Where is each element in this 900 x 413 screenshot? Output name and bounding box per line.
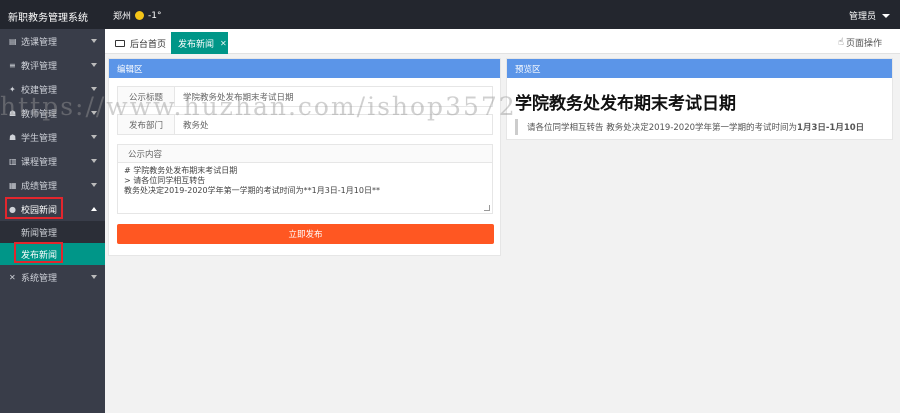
settings-icon: ✕ xyxy=(9,272,16,282)
department-input[interactable]: 教务处 xyxy=(175,119,209,131)
tab-label: 发布新闻 xyxy=(178,39,215,50)
sidebar-item-label: 学生管理 xyxy=(21,133,58,144)
list-icon: ≡ xyxy=(9,60,16,70)
tab-label: 后台首页 xyxy=(130,39,167,50)
sidebar-item-label: 系统管理 xyxy=(21,273,58,284)
document-icon: ▤ xyxy=(9,36,17,46)
sidebar-item-label: 教师管理 xyxy=(21,109,58,120)
title-label: 公示标题 xyxy=(118,87,175,106)
sidebar-item-course-selection[interactable]: ▤ 选课管理 xyxy=(0,29,105,53)
sidebar-item-campus-construction[interactable]: ✦ 校建管理 xyxy=(0,77,105,101)
resize-handle-icon[interactable] xyxy=(484,205,490,211)
close-icon[interactable]: ✕ xyxy=(220,39,227,48)
editor-header: 编辑区 xyxy=(109,59,500,78)
chevron-down-icon xyxy=(91,275,97,279)
tab-bar: 后台首页 发布新闻 ✕ ☝ 页面操作 xyxy=(105,29,900,54)
sidebar-item-teaching-evaluation[interactable]: ≡ 教评管理 xyxy=(0,53,105,77)
chevron-down-icon xyxy=(91,159,97,163)
sidebar-item-system[interactable]: ✕ 系统管理 xyxy=(0,265,105,289)
temperature-label: -1° xyxy=(148,10,162,21)
sun-icon xyxy=(135,11,145,20)
chevron-down-icon xyxy=(91,111,97,115)
chevron-down-icon xyxy=(882,13,890,18)
sidebar-item-label: 选课管理 xyxy=(21,37,58,48)
preview-header: 预览区 xyxy=(507,59,892,78)
pointer-icon: ☝ xyxy=(837,37,844,48)
tab-publish-news[interactable]: 发布新闻 ✕ xyxy=(171,32,228,54)
sidebar-item-courses[interactable]: ▥ 课程管理 xyxy=(0,149,105,173)
preview-quote-text: 请各位同学相互转告 教务处决定2019-2020学年第一学期的考试时间为 xyxy=(527,123,798,133)
department-field: 发布部门 教务处 xyxy=(117,114,493,135)
chevron-down-icon xyxy=(91,63,97,67)
preview-panel: 预览区 学院教务处发布期末考试日期 请各位同学相互转告 教务处决定2019-20… xyxy=(506,58,893,140)
sidebar-item-teachers[interactable]: ☗ 教师管理 xyxy=(0,101,105,125)
sidebar-subitem-publish-news[interactable]: 发布新闻 xyxy=(0,243,105,265)
preview-quote-bold: 1月3日-1月10日 xyxy=(797,123,865,133)
book-icon: ▥ xyxy=(9,156,17,166)
page-operations-button[interactable]: ☝ 页面操作 xyxy=(838,36,882,49)
weather-widget: 郑州 -1° xyxy=(113,9,162,23)
sidebar-item-label: 成绩管理 xyxy=(21,181,58,192)
campus-news-submenu: 新闻管理 发布新闻 xyxy=(0,221,105,265)
city-label: 郑州 xyxy=(113,12,132,22)
sidebar-item-grades[interactable]: ▦ 成绩管理 xyxy=(0,173,105,197)
content-label: 公示内容 xyxy=(117,144,493,163)
chevron-down-icon xyxy=(91,87,97,91)
editor-panel: 编辑区 公示标题 学院教务处发布期末考试日期 发布部门 教务处 公示内容 # 学… xyxy=(108,58,501,256)
sidebar-item-label: 课程管理 xyxy=(21,157,58,168)
graduation-cap-icon: ✦ xyxy=(9,84,16,94)
department-label: 发布部门 xyxy=(118,115,175,134)
monitor-icon xyxy=(115,39,125,47)
content-line: 教务处决定2019-2020学年第一学期的考试时间为**1月3日-1月10日** xyxy=(124,186,380,195)
chevron-down-icon xyxy=(91,183,97,187)
sidebar-item-label: 教评管理 xyxy=(21,61,58,72)
preview-title: 学院教务处发布期末考试日期 xyxy=(515,94,736,114)
chevron-down-icon xyxy=(91,39,97,43)
top-bar: 新职教务管理系统 郑州 -1° 管理员 xyxy=(0,0,900,29)
chevron-down-icon xyxy=(91,135,97,139)
sidebar-item-campus-news[interactable]: ● 校园新闻 xyxy=(0,197,105,221)
tab-home[interactable]: 后台首页 xyxy=(109,32,172,54)
content-line: # 学院教务处发布期末考试日期 xyxy=(124,166,238,175)
sidebar-item-label: 校建管理 xyxy=(21,85,58,96)
sidebar: ▤ 选课管理 ≡ 教评管理 ✦ 校建管理 ☗ 教师管理 ☗ 学生管理 ▥ 课程管… xyxy=(0,29,105,413)
content-textarea[interactable]: # 学院教务处发布期末考试日期 > 请各位同学相互转告 教务处决定2019-20… xyxy=(117,162,493,214)
publish-button[interactable]: 立即发布 xyxy=(117,224,494,244)
users-icon: ☗ xyxy=(9,108,17,118)
chat-icon: ● xyxy=(9,204,16,214)
preview-quote: 请各位同学相互转告 教务处决定2019-2020学年第一学期的考试时间为 1月3日… xyxy=(515,119,885,135)
sidebar-subitem-news-management[interactable]: 新闻管理 xyxy=(0,221,105,243)
sidebar-item-label: 校园新闻 xyxy=(21,205,58,216)
page-operations-label: 页面操作 xyxy=(845,39,882,49)
user-name: 管理员 xyxy=(848,12,876,22)
user-icon: ☗ xyxy=(9,132,17,142)
user-menu[interactable]: 管理员 xyxy=(849,9,890,22)
title-field: 公示标题 学院教务处发布期末考试日期 xyxy=(117,86,493,107)
content-line: > 请各位同学相互转告 xyxy=(124,176,206,185)
chevron-up-icon xyxy=(91,207,97,211)
sidebar-item-students[interactable]: ☗ 学生管理 xyxy=(0,125,105,149)
title-input[interactable]: 学院教务处发布期末考试日期 xyxy=(175,91,294,103)
chart-icon: ▦ xyxy=(9,180,17,190)
app-title: 新职教务管理系统 xyxy=(8,13,88,24)
